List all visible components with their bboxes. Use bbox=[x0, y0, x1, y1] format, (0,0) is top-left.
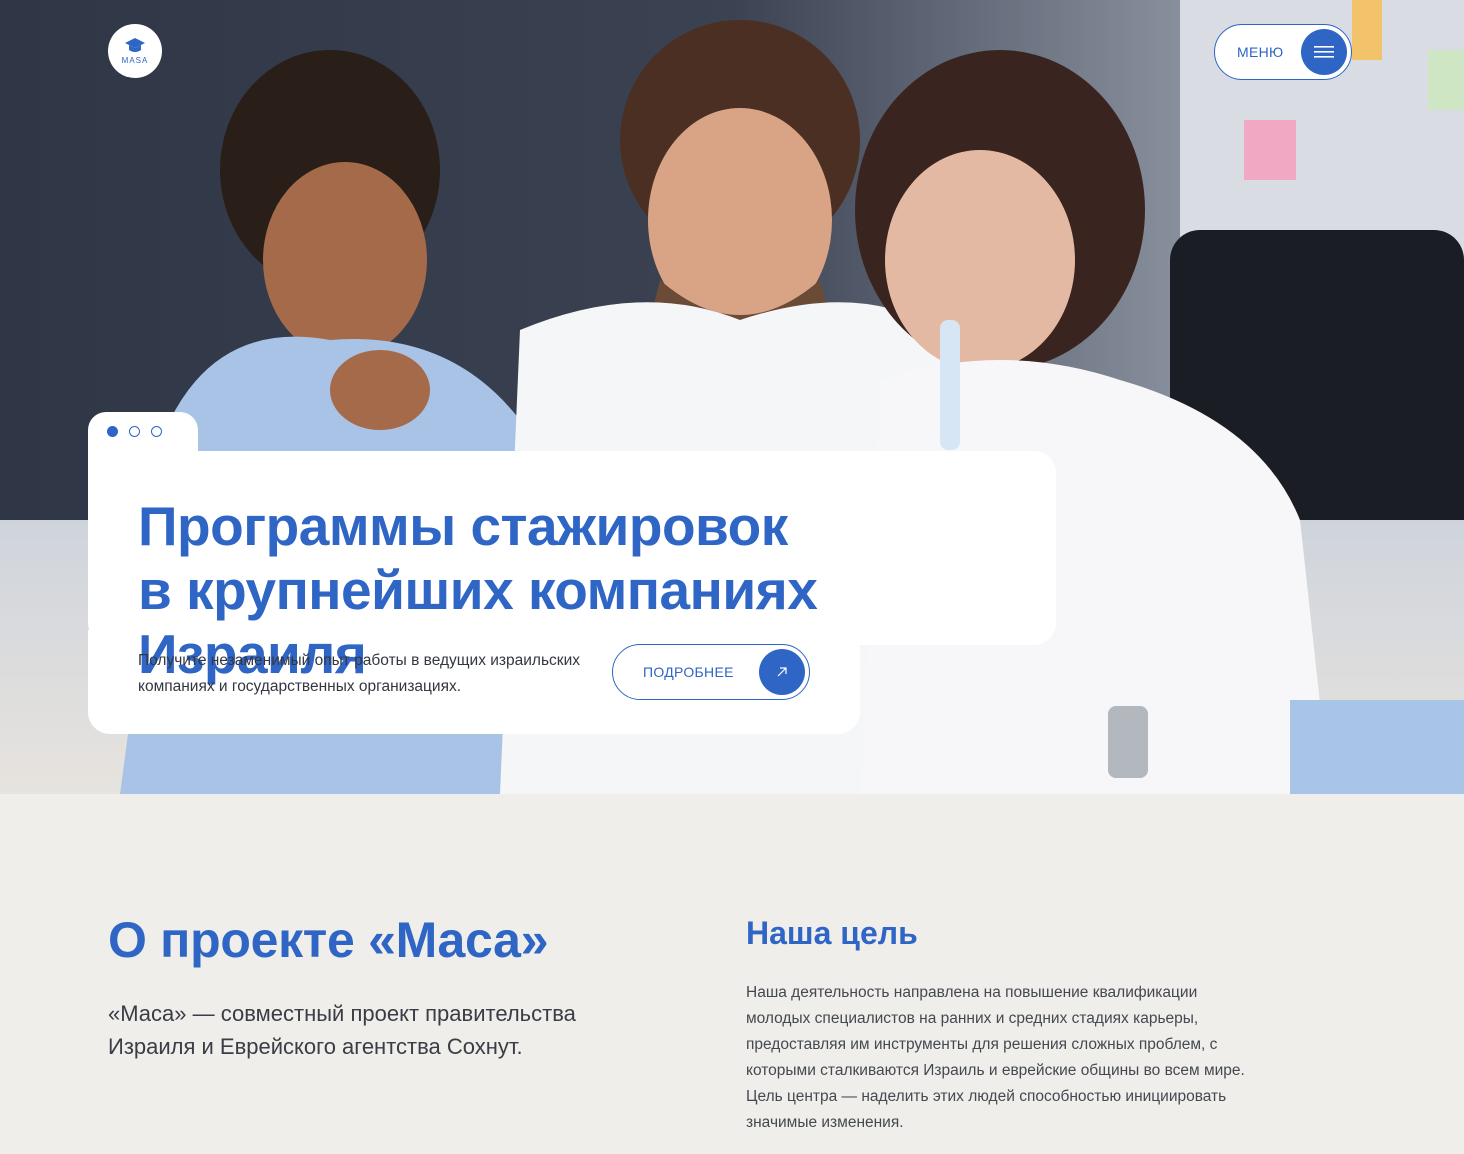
arrow-up-right-icon bbox=[777, 667, 787, 677]
logo[interactable]: MASA bbox=[108, 24, 162, 78]
about-text: «Маса» — совместный проект правительства… bbox=[108, 1001, 576, 1059]
menu-circle bbox=[1301, 29, 1347, 75]
goal-text: Наша деятельность направлена на повышени… bbox=[746, 984, 1245, 1131]
menu-label: МЕНЮ bbox=[1237, 44, 1284, 60]
goal-title: Наша цель bbox=[746, 915, 918, 951]
logo-text: MASA bbox=[121, 56, 149, 65]
graduation-cap-icon bbox=[125, 38, 145, 52]
hamburger-icon bbox=[1314, 46, 1334, 58]
slider-dots bbox=[107, 426, 162, 437]
more-button-circle bbox=[759, 649, 805, 695]
menu-button[interactable]: МЕНЮ bbox=[1214, 24, 1352, 80]
hero-section: MASA МЕНЮ Программы стажировок в крупней… bbox=[0, 0, 1464, 794]
slider-dot-1[interactable] bbox=[107, 426, 118, 437]
hero-title-line-1: Программы стажировок bbox=[138, 495, 788, 557]
about-title: О проекте «Маса» bbox=[108, 912, 549, 968]
hero-subtitle: Получите незаменимый опыт работы в ведущ… bbox=[138, 652, 580, 695]
more-button-label: ПОДРОБНЕЕ bbox=[643, 664, 734, 680]
slider-dot-2[interactable] bbox=[129, 426, 140, 437]
slider-dot-3[interactable] bbox=[151, 426, 162, 437]
more-button[interactable]: ПОДРОБНЕЕ bbox=[612, 644, 810, 700]
